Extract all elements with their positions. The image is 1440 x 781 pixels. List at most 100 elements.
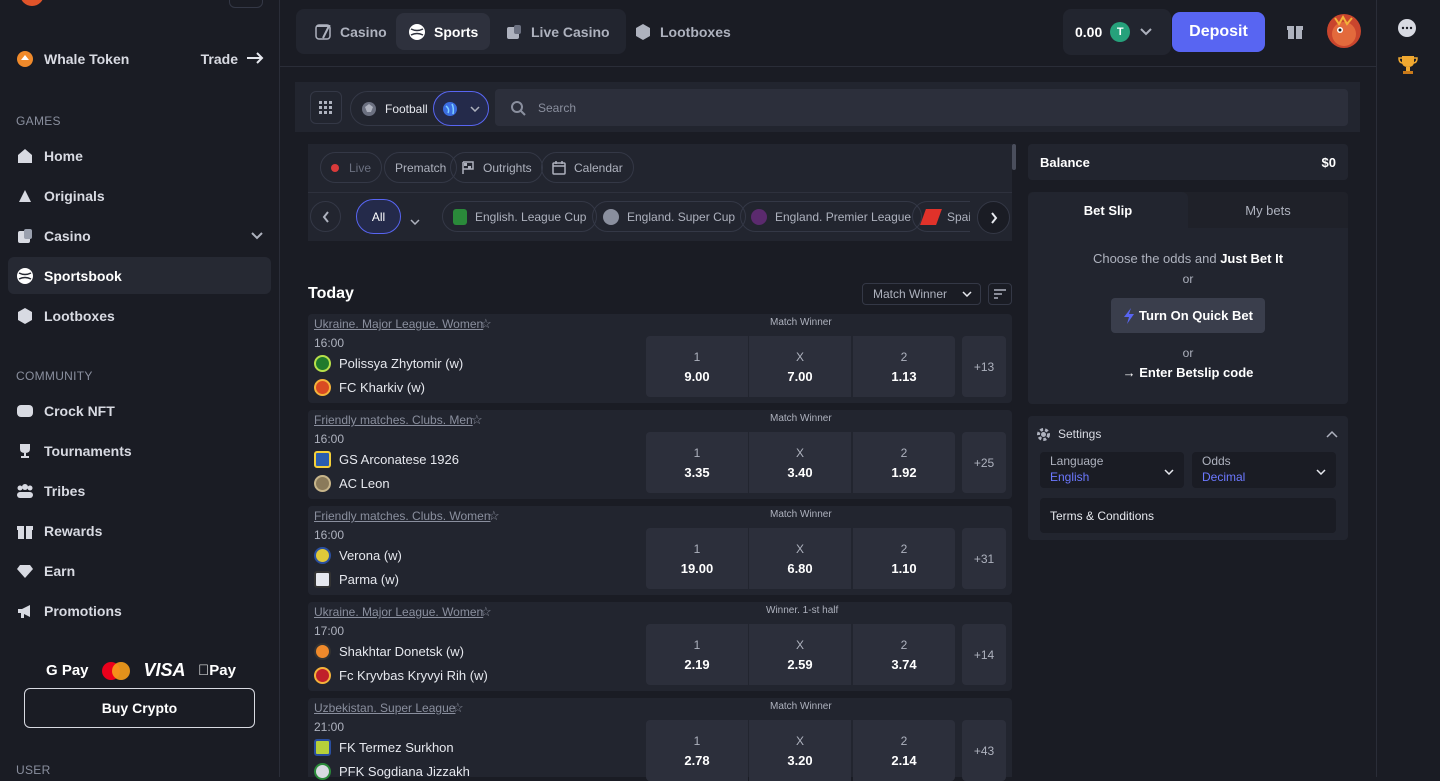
terms-link[interactable]: Terms & Conditions xyxy=(1040,498,1336,533)
trophy-icon[interactable] xyxy=(1397,54,1419,81)
search-field[interactable]: Search xyxy=(495,89,1348,126)
sidebar-item-promotions[interactable]: Promotions xyxy=(16,602,122,620)
odds-home-button[interactable]: 1 2.19 xyxy=(646,624,748,685)
match-league[interactable]: Friendly matches. Clubs. Women xyxy=(314,509,491,523)
whale-token-row[interactable]: Whale Token Trade xyxy=(16,50,264,68)
odds-home-button[interactable]: 1 2.78 xyxy=(646,720,748,781)
odds-label: X xyxy=(795,733,804,748)
scroll-indicator[interactable] xyxy=(1012,144,1016,170)
team-logo xyxy=(314,547,331,564)
calendar-icon xyxy=(552,160,566,175)
more-markets-button[interactable]: +25 xyxy=(962,432,1006,493)
live-filter[interactable]: Live xyxy=(320,152,383,183)
odds-home-button[interactable]: 1 3.35 xyxy=(646,432,748,493)
odds-value: 1.13 xyxy=(891,368,917,384)
odds-home-button[interactable]: 1 9.00 xyxy=(646,336,748,397)
tab-sports[interactable]: Sports xyxy=(396,13,491,50)
odds-draw-button[interactable]: X 6.80 xyxy=(749,528,851,589)
grid-menu-button[interactable] xyxy=(310,91,342,124)
match-league[interactable]: Ukraine. Major League. Women xyxy=(314,317,483,331)
odds-away-button[interactable]: 2 1.10 xyxy=(853,528,955,589)
deposit-button[interactable]: Deposit xyxy=(1172,12,1265,52)
league-chip-england-premier-league[interactable]: England. Premier League xyxy=(740,201,923,232)
sidebar-item-crock-nft[interactable]: Crock NFT xyxy=(16,402,115,420)
region-selector[interactable] xyxy=(433,91,489,126)
sidebar-item-originals[interactable]: Originals xyxy=(16,187,105,205)
language-select[interactable]: Language English xyxy=(1040,452,1184,488)
chevron-down-icon[interactable] xyxy=(250,228,264,244)
tab-my-bets[interactable]: My bets xyxy=(1188,192,1348,228)
league-chip-spain[interactable]: Spain xyxy=(912,201,970,232)
chevron-down-icon[interactable] xyxy=(410,212,420,230)
market-select[interactable]: Match Winner xyxy=(862,283,981,305)
odds-draw-button[interactable]: X 3.20 xyxy=(749,720,851,781)
match-league[interactable]: Friendly matches. Clubs. Men xyxy=(314,413,473,427)
sidebar-item-home[interactable]: Home xyxy=(16,147,83,165)
league-chip-england-super-cup[interactable]: England. Super Cup xyxy=(592,201,747,232)
more-markets-button[interactable]: +13 xyxy=(962,336,1006,397)
scroll-right-button[interactable] xyxy=(977,201,1010,234)
odds-value: 3.35 xyxy=(684,464,710,480)
gift-icon xyxy=(16,522,34,540)
buy-crypto-button[interactable]: Buy Crypto xyxy=(24,688,255,728)
tab-bet-slip[interactable]: Bet Slip xyxy=(1028,192,1188,228)
odds-value: 2.59 xyxy=(787,656,813,672)
sidebar-item-casino[interactable]: Casino xyxy=(16,227,264,245)
avatar[interactable] xyxy=(1327,14,1361,48)
all-leagues-chip[interactable]: All xyxy=(356,199,401,234)
quick-bet-button[interactable]: Turn On Quick Bet xyxy=(1111,298,1265,333)
more-markets-button[interactable]: +31 xyxy=(962,528,1006,589)
trade-link[interactable]: Trade xyxy=(201,51,264,67)
prematch-filter[interactable]: Prematch xyxy=(384,152,458,183)
match-league[interactable]: Ukraine. Major League. Women xyxy=(314,605,483,619)
chat-icon[interactable] xyxy=(1397,18,1417,43)
odds-draw-button[interactable]: X 2.59 xyxy=(749,624,851,685)
league-chip-english-league-cup[interactable]: English. League Cup xyxy=(442,201,598,232)
sidebar-item-lootboxes[interactable]: Lootboxes xyxy=(16,307,115,325)
match-card: Friendly matches. Clubs. Women ☆ 16:00 V… xyxy=(308,506,1012,595)
settings-header[interactable]: Settings xyxy=(1036,426,1340,442)
gift-icon[interactable] xyxy=(1286,22,1304,45)
odds-away-button[interactable]: 2 2.14 xyxy=(853,720,955,781)
more-markets-button[interactable]: +43 xyxy=(962,720,1006,781)
calendar-filter[interactable]: Calendar xyxy=(541,152,634,183)
sort-button[interactable] xyxy=(988,283,1012,305)
match-time: 16:00 xyxy=(314,432,345,446)
match-league[interactable]: Uzbekistan. Super League xyxy=(314,701,455,715)
terms-label: Terms & Conditions xyxy=(1050,508,1155,523)
more-markets-button[interactable]: +14 xyxy=(962,624,1006,685)
outrights-filter[interactable]: Outrights xyxy=(450,152,543,183)
odds-away-button[interactable]: 2 1.92 xyxy=(853,432,955,493)
sidebar-item-sportsbook[interactable]: Sportsbook xyxy=(16,267,122,285)
sidebar-item-earn[interactable]: Earn xyxy=(16,562,75,580)
odds-draw-button[interactable]: X 7.00 xyxy=(749,336,851,397)
team-name: Parma (w) xyxy=(339,572,399,587)
odds-away-button[interactable]: 2 3.74 xyxy=(853,624,955,685)
team-name: FC Kharkiv (w) xyxy=(339,380,425,395)
betslip-hint: Choose the odds and Just Bet It xyxy=(1028,251,1348,266)
sidebar-item-tournaments[interactable]: Tournaments xyxy=(16,442,132,460)
sidebar-item-tribes[interactable]: Tribes xyxy=(16,482,85,500)
sidebar-item-rewards[interactable]: Rewards xyxy=(16,522,102,540)
odds-home-button[interactable]: 1 19.00 xyxy=(646,528,748,589)
odds-draw-button[interactable]: X 3.40 xyxy=(749,432,851,493)
away-team: AC Leon xyxy=(314,475,390,492)
enter-code-link[interactable]: → Enter Betslip code xyxy=(1028,365,1348,380)
scroll-left-button[interactable] xyxy=(310,201,341,232)
star-icon[interactable]: ☆ xyxy=(480,316,492,332)
tab-live-casino[interactable]: Live Casino xyxy=(493,13,622,50)
tab-casino[interactable]: Casino xyxy=(302,13,399,50)
odds-format-select[interactable]: Odds Decimal xyxy=(1192,452,1336,488)
star-icon[interactable]: ☆ xyxy=(452,700,464,716)
chevron-down-icon[interactable] xyxy=(1140,28,1152,36)
star-icon[interactable]: ☆ xyxy=(471,412,483,428)
star-icon[interactable]: ☆ xyxy=(488,508,500,524)
logo-icon[interactable] xyxy=(20,0,44,6)
star-icon[interactable]: ☆ xyxy=(480,604,492,620)
odds-away-button[interactable]: 2 1.13 xyxy=(853,336,955,397)
league-chip-label: Spain xyxy=(947,209,970,224)
collapse-button[interactable] xyxy=(229,0,263,8)
wallet-balance[interactable]: 0.00 T xyxy=(1063,9,1171,55)
nft-icon xyxy=(16,402,34,420)
tab-lootboxes[interactable]: Lootboxes xyxy=(622,13,743,50)
